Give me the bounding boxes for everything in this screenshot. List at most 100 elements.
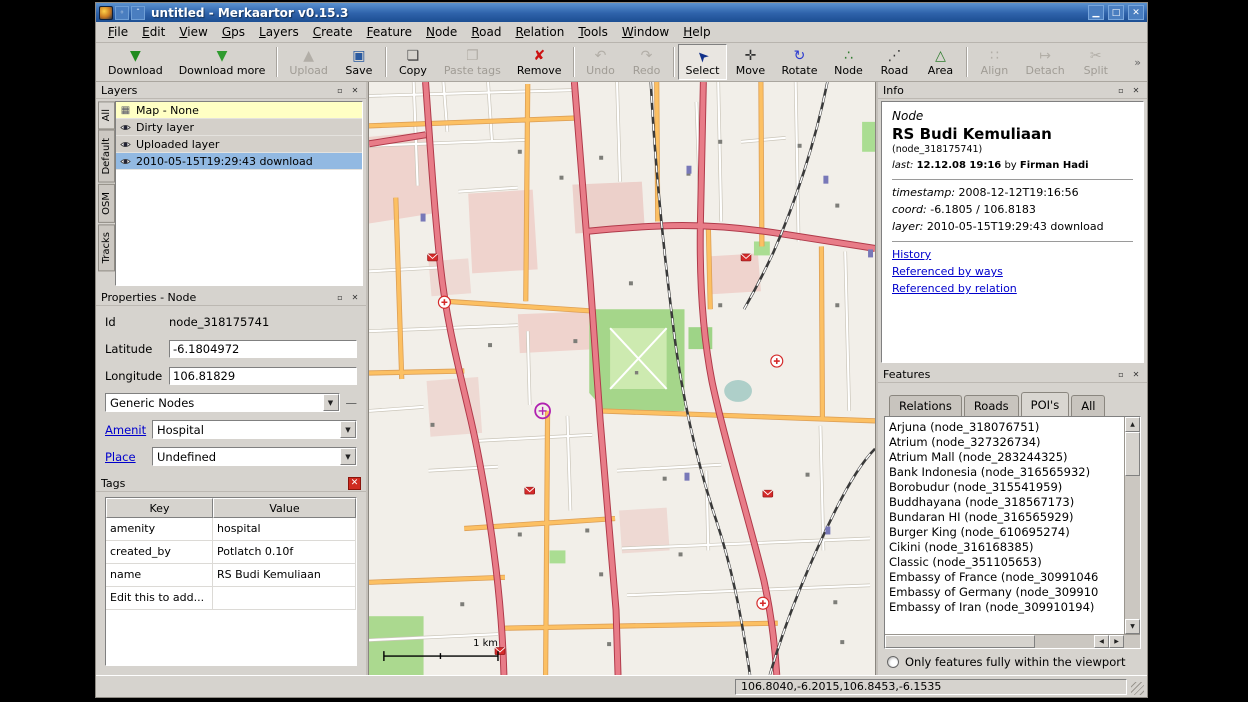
layers-tab-tracks[interactable]: Tracks xyxy=(98,224,115,271)
menu-item-help[interactable]: Help xyxy=(676,23,717,41)
features-close-button[interactable]: ✕ xyxy=(1130,368,1142,380)
feature-list-item[interactable]: Cikini (node_316168385) xyxy=(889,540,1124,555)
scroll-left-button[interactable]: ◀ xyxy=(1094,635,1109,648)
features-float-button[interactable]: ▫ xyxy=(1115,368,1127,380)
download-button[interactable]: ▼Download xyxy=(100,44,171,80)
menu-item-edit[interactable]: Edit xyxy=(135,23,172,41)
feature-list-item[interactable]: Burger King (node_610695274) xyxy=(889,525,1124,540)
place-select[interactable]: Undefined ▼ xyxy=(152,447,357,466)
feature-list-item[interactable]: Embassy of Germany (node_309910 xyxy=(889,585,1124,600)
feature-list-item[interactable]: Embassy of France (node_30991046 xyxy=(889,570,1124,585)
layers-close-button[interactable]: ✕ xyxy=(349,84,361,96)
tag-key-cell[interactable]: created_by xyxy=(106,541,213,563)
menu-item-layers[interactable]: Layers xyxy=(252,23,306,41)
scroll-right-button[interactable]: ▶ xyxy=(1109,635,1124,648)
feature-list-item[interactable]: Borobudur (node_315541959) xyxy=(889,480,1124,495)
road-button[interactable]: ⋰Road xyxy=(871,44,917,80)
map-viewport[interactable]: 1 km xyxy=(368,82,876,675)
node-type-select[interactable]: Generic Nodes ▼ xyxy=(105,393,340,412)
feature-list-item[interactable]: Atrium Mall (node_283244325) xyxy=(889,450,1124,465)
features-tab-relations[interactable]: Relations xyxy=(889,395,962,416)
save-button[interactable]: ▣Save xyxy=(336,44,382,80)
maximize-button[interactable]: □ xyxy=(1108,5,1124,20)
feature-list-item[interactable]: Arjuna (node_318076751) xyxy=(889,420,1124,435)
amenity-link[interactable]: Amenit xyxy=(105,423,152,437)
properties-close-button[interactable]: ✕ xyxy=(349,291,361,303)
tag-value-cell[interactable]: hospital xyxy=(213,518,356,540)
tag-row[interactable]: created_byPotlatch 0.10f xyxy=(106,541,356,564)
menu-item-gps[interactable]: Gps xyxy=(215,23,252,41)
remove-button[interactable]: ✘Remove xyxy=(509,44,570,80)
layers-tab-default[interactable]: Default xyxy=(98,130,115,183)
menu-item-file[interactable]: File xyxy=(101,23,135,41)
map-canvas[interactable]: 1 km xyxy=(369,82,875,675)
horizontal-scrollbar-track[interactable] xyxy=(1035,635,1094,648)
close-button[interactable]: ✕ xyxy=(1128,5,1144,20)
tag-row[interactable]: nameRS Budi Kemuliaan xyxy=(106,564,356,587)
copy-button[interactable]: ❏Copy xyxy=(390,44,436,80)
scroll-up-button[interactable]: ▲ xyxy=(1125,417,1140,432)
tag-value-cell[interactable] xyxy=(213,587,356,609)
menu-item-relation[interactable]: Relation xyxy=(508,23,571,41)
info-float-button[interactable]: ▫ xyxy=(1115,84,1127,96)
properties-panel-header[interactable]: Properties - Node ▫ ✕ xyxy=(96,289,366,306)
tags-table[interactable]: Key Value amenityhospitalcreated_byPotla… xyxy=(105,497,357,666)
scroll-down-button[interactable]: ▼ xyxy=(1125,619,1140,634)
tag-value-cell[interactable]: Potlatch 0.10f xyxy=(213,541,356,563)
menu-item-road[interactable]: Road xyxy=(464,23,508,41)
tag-value-cell[interactable]: RS Budi Kemuliaan xyxy=(213,564,356,586)
features-list[interactable]: Arjuna (node_318076751)Atrium (node_3273… xyxy=(885,417,1124,634)
tag-row[interactable]: Edit this to add... xyxy=(106,587,356,610)
viewport-filter-checkbox[interactable] xyxy=(887,656,899,668)
node-button[interactable]: ∴Node xyxy=(825,44,871,80)
layers-list[interactable]: ▦Map - NoneDirty layerUploaded layer2010… xyxy=(115,101,363,286)
tag-key-cell[interactable]: Edit this to add... xyxy=(106,587,213,609)
info-panel-header[interactable]: Info ▫ ✕ xyxy=(878,82,1147,99)
features-horizontal-scrollbar[interactable]: ◀ ▶ xyxy=(885,634,1140,648)
move-button[interactable]: ✛Move xyxy=(727,44,773,80)
select-button[interactable]: ➤Select xyxy=(678,44,728,80)
info-close-button[interactable]: ✕ xyxy=(1130,84,1142,96)
longitude-input[interactable] xyxy=(169,367,357,385)
tag-key-cell[interactable]: name xyxy=(106,564,213,586)
menu-item-feature[interactable]: Feature xyxy=(360,23,419,41)
features-tab-roads[interactable]: Roads xyxy=(964,395,1019,416)
properties-float-button[interactable]: ▫ xyxy=(334,291,346,303)
minimize-button[interactable]: ▁ xyxy=(1088,5,1104,20)
layer-item[interactable]: Uploaded layer xyxy=(116,136,362,153)
layers-tab-all[interactable]: All xyxy=(98,101,115,129)
horizontal-scrollbar-thumb[interactable] xyxy=(885,635,1035,648)
tags-key-column-header[interactable]: Key xyxy=(106,498,213,518)
feature-list-item[interactable]: Buddhayana (node_318567173) xyxy=(889,495,1124,510)
tags-value-column-header[interactable]: Value xyxy=(213,498,356,518)
toolbar-overflow-icon[interactable]: » xyxy=(1132,56,1143,69)
feature-list-item[interactable]: Classic (node_351105653) xyxy=(889,555,1124,570)
layer-item[interactable]: 2010-05-15T19:29:43 download xyxy=(116,153,362,170)
info-link-referenced-by-ways[interactable]: Referenced by ways xyxy=(892,265,1133,278)
vertical-scrollbar-thumb[interactable] xyxy=(1125,432,1140,476)
tag-row[interactable]: amenityhospital xyxy=(106,518,356,541)
resize-grip[interactable] xyxy=(1131,682,1144,695)
feature-list-item[interactable]: Embassy of Iran (node_309910194) xyxy=(889,600,1124,615)
layers-panel-header[interactable]: Layers ▫ ✕ xyxy=(96,82,366,99)
tags-panel-header[interactable]: Tags ✕ xyxy=(96,475,366,492)
menu-item-view[interactable]: View xyxy=(172,23,214,41)
features-panel-header[interactable]: Features ▫ ✕ xyxy=(878,366,1147,383)
features-tab-pois[interactable]: POI's xyxy=(1021,392,1070,416)
menu-item-create[interactable]: Create xyxy=(306,23,360,41)
layer-item[interactable]: Dirty layer xyxy=(116,119,362,136)
layer-item[interactable]: ▦Map - None xyxy=(116,102,362,119)
window-shade-button[interactable]: ˆ xyxy=(131,6,145,20)
menu-item-window[interactable]: Window xyxy=(615,23,676,41)
layers-float-button[interactable]: ▫ xyxy=(334,84,346,96)
menu-item-node[interactable]: Node xyxy=(419,23,464,41)
window-pin-button[interactable]: ◦ xyxy=(115,6,129,20)
vertical-scrollbar-track[interactable] xyxy=(1125,476,1140,619)
place-link[interactable]: Place xyxy=(105,450,152,464)
download-more-button[interactable]: ▼Download more xyxy=(171,44,274,80)
title-bar[interactable]: ◦ ˆ untitled - Merkaartor v0.15.3 ▁ □ ✕ xyxy=(96,3,1147,22)
feature-list-item[interactable]: Bundaran HI (node_316565929) xyxy=(889,510,1124,525)
layers-tab-osm[interactable]: OSM xyxy=(98,184,115,223)
area-button[interactable]: △Area xyxy=(917,44,963,80)
features-vertical-scrollbar[interactable]: ▲ ▼ xyxy=(1124,417,1140,634)
